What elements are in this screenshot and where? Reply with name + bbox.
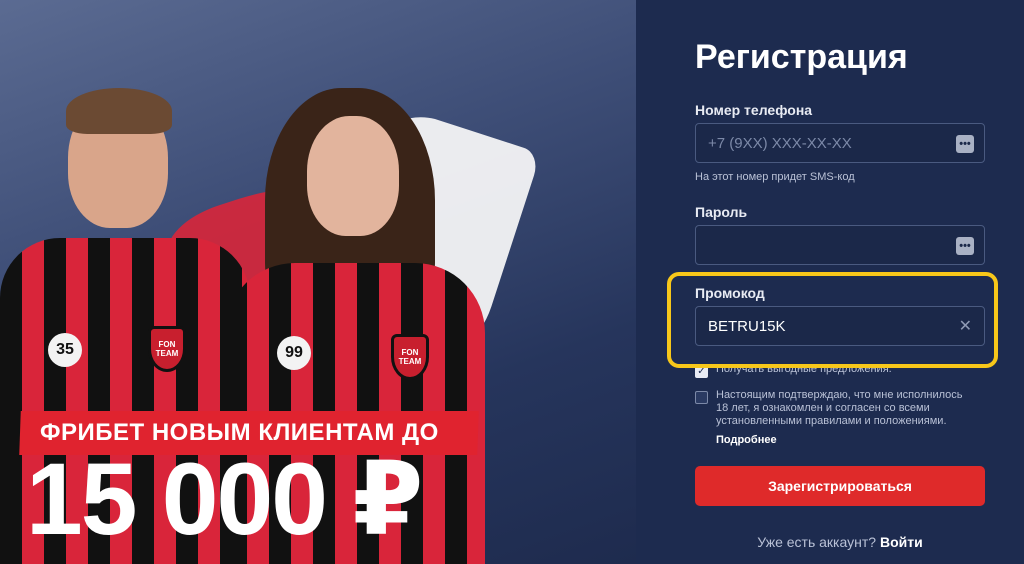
phone-field[interactable]: ••• [695, 123, 985, 163]
promo-amount: 15 000 ₽ [26, 442, 423, 556]
password-field[interactable]: ••• [695, 225, 985, 265]
head [307, 116, 399, 236]
jersey-number: 99 [277, 336, 311, 370]
login-prompt: Уже есть аккаунт? [757, 534, 877, 550]
hair [66, 88, 172, 134]
keyboard-icon[interactable]: ••• [956, 135, 974, 153]
age-checkbox-row[interactable]: Настоящим подтверждаю, что мне исполнило… [695, 389, 966, 428]
team-crest-icon: FON TEAM [148, 326, 186, 372]
page-title: Регистрация [695, 38, 908, 76]
age-checkbox[interactable] [695, 391, 708, 404]
more-link[interactable]: Подробнее [716, 434, 777, 446]
team-crest-icon: FON TEAM [391, 334, 429, 380]
promo-banner: 35 FON TEAM 99 FON TEAM ФРИБЕТ НОВЫМ КЛИ… [0, 0, 636, 564]
login-row: Уже есть аккаунт? Войти [636, 534, 1024, 550]
phone-input[interactable] [708, 134, 948, 152]
password-input[interactable] [708, 236, 948, 254]
phone-label: Номер телефона [695, 102, 813, 118]
keyboard-icon[interactable]: ••• [956, 237, 974, 255]
login-link[interactable]: Войти [880, 534, 923, 550]
promo-code-highlight [667, 272, 998, 368]
age-checkbox-label: Настоящим подтверждаю, что мне исполнило… [716, 389, 963, 427]
register-button[interactable]: Зарегистрироваться [695, 466, 985, 506]
jersey-number: 35 [48, 333, 82, 367]
password-label: Пароль [695, 204, 748, 220]
phone-hint: На этот номер придет SMS-код [695, 171, 855, 183]
